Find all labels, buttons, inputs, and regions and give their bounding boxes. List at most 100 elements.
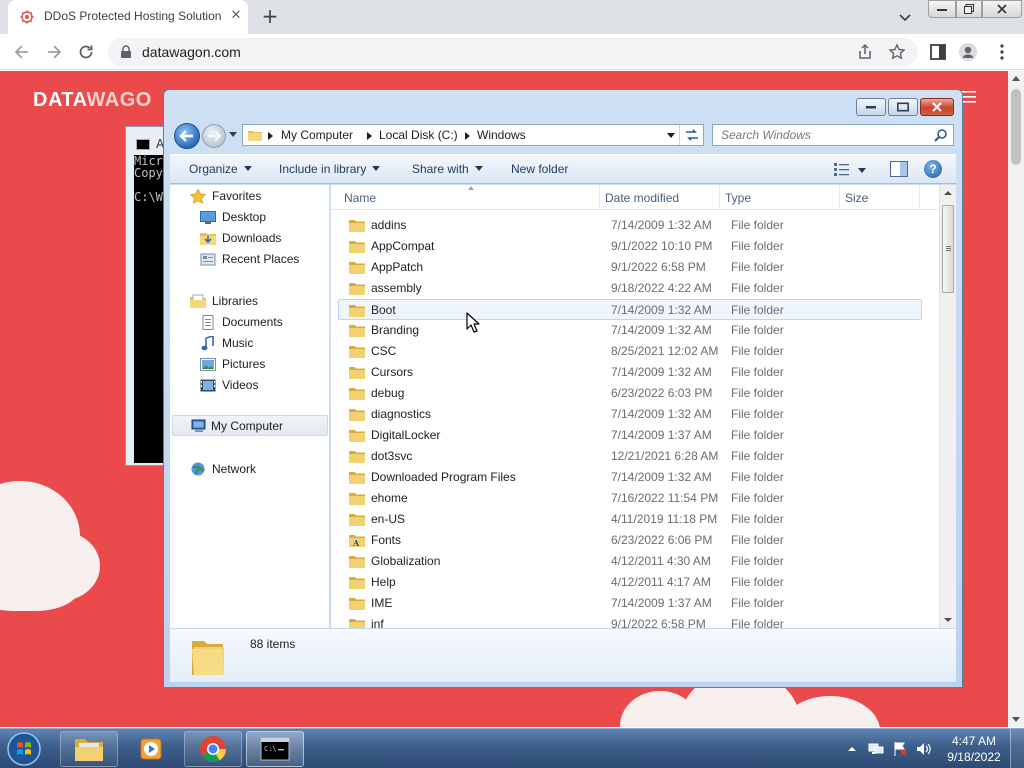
nav-item-documents[interactable]: Documents <box>170 312 328 333</box>
show-hidden-icons-icon[interactable] <box>844 741 860 757</box>
nav-item-videos[interactable]: Videos <box>170 375 328 396</box>
page-scroll-thumb[interactable] <box>1011 89 1021 165</box>
nav-item-network[interactable]: Network <box>170 459 328 480</box>
organize-menu[interactable]: Organize <box>189 162 252 176</box>
column-size[interactable]: Size <box>845 191 868 205</box>
breadcrumb-separator-icon[interactable] <box>268 132 273 140</box>
file-row[interactable]: assembly 9/18/2022 4:22 AM File folder <box>339 278 921 299</box>
nav-item-favorites[interactable]: Favorites <box>170 186 328 207</box>
column-name[interactable]: Name <box>344 191 376 205</box>
network-status-icon[interactable] <box>868 741 884 757</box>
file-row[interactable]: Boot 7/14/2009 1:32 AM File folder <box>338 299 922 320</box>
side-panel-icon[interactable] <box>928 42 948 62</box>
page-scrollbar[interactable] <box>1008 71 1024 727</box>
help-icon[interactable]: ? <box>924 160 942 178</box>
nav-item-pictures[interactable]: Pictures <box>170 354 328 375</box>
scroll-up-arrow-icon[interactable] <box>944 191 952 195</box>
explorer-minimize-button[interactable] <box>856 98 886 116</box>
breadcrumb-my-computer[interactable]: My Computer <box>281 128 353 142</box>
taskbar-cmd-button[interactable]: C:\ <box>246 731 304 767</box>
file-row[interactable]: inf 9/1/2022 6:58 PM File folder <box>339 614 921 628</box>
column-divider[interactable] <box>719 185 720 209</box>
scroll-down-arrow-icon[interactable] <box>1012 717 1020 722</box>
share-with-menu[interactable]: Share with <box>412 162 483 176</box>
chrome-menu-icon[interactable] <box>992 42 1012 62</box>
taskbar-media-player-button[interactable] <box>122 731 180 767</box>
profile-avatar-icon[interactable] <box>958 42 978 62</box>
file-row[interactable]: Globalization 4/12/2011 4:30 AM File folde… <box>339 551 921 572</box>
nav-item-recent-places[interactable]: Recent Places <box>170 249 328 270</box>
explorer-back-button[interactable] <box>174 123 200 149</box>
include-in-library-menu[interactable]: Include in library <box>279 162 381 176</box>
browser-tab[interactable]: DDoS Protected Hosting Solution ✕ <box>8 0 248 34</box>
column-divider[interactable] <box>599 185 600 209</box>
address-history-dropdown-icon[interactable] <box>667 133 675 138</box>
nav-item-downloads[interactable]: Downloads <box>170 228 328 249</box>
new-folder-button[interactable]: New folder <box>511 162 568 176</box>
browser-restore-button[interactable] <box>956 0 982 18</box>
scroll-down-arrow-icon[interactable] <box>944 618 952 622</box>
back-arrow-icon[interactable] <box>12 42 32 62</box>
file-row[interactable]: addins 7/14/2009 1:32 AM File folder <box>339 215 921 236</box>
column-date-modified[interactable]: Date modified <box>605 191 679 205</box>
bookmark-star-icon[interactable] <box>888 43 906 61</box>
file-row[interactable]: CSC 8/25/2021 12:02 AM File folder <box>339 341 921 362</box>
file-row[interactable]: Downloaded Program Files 7/14/2009 1:32 A… <box>339 467 921 488</box>
volume-icon[interactable] <box>916 741 932 757</box>
breadcrumb-local-disk[interactable]: Local Disk (C:) <box>379 128 458 142</box>
nav-item-libraries[interactable]: Libraries <box>170 291 328 312</box>
search-icon[interactable] <box>934 128 948 142</box>
file-row[interactable]: en-US 4/11/2019 11:18 PM File folder <box>339 509 921 530</box>
taskbar-explorer-button[interactable] <box>60 731 118 767</box>
column-divider[interactable] <box>839 185 840 209</box>
column-type[interactable]: Type <box>725 191 751 205</box>
file-row[interactable]: Help 4/12/2011 4:17 AM File folder <box>339 572 921 593</box>
scroll-up-arrow-icon[interactable] <box>1012 76 1020 81</box>
lock-icon[interactable] <box>120 45 132 59</box>
explorer-close-button[interactable] <box>920 98 954 116</box>
recent-pages-dropdown-icon[interactable] <box>229 132 237 137</box>
explorer-forward-button[interactable] <box>202 124 226 148</box>
start-button-icon[interactable] <box>4 731 44 767</box>
breadcrumb-windows[interactable]: Windows <box>477 128 526 142</box>
view-options-dropdown-icon[interactable] <box>858 168 866 173</box>
site-logo[interactable]: DATAWAGO <box>33 89 152 112</box>
file-row[interactable]: ehome 7/16/2022 11:54 PM File folder <box>339 488 921 509</box>
reload-icon[interactable] <box>76 42 96 62</box>
address-bar[interactable]: datawagon.com <box>108 38 918 66</box>
tab-close-icon[interactable]: ✕ <box>228 8 244 24</box>
nav-item-music[interactable]: Music <box>170 333 328 354</box>
file-row[interactable]: DigitalLocker 7/14/2009 1:37 AM File folde… <box>339 425 921 446</box>
explorer-address-bar[interactable]: My Computer Local Disk (C:) Windows <box>242 124 704 146</box>
breadcrumb-separator-icon[interactable] <box>367 132 372 140</box>
nav-item-desktop[interactable]: Desktop <box>170 207 328 228</box>
file-list-scroll-thumb[interactable] <box>942 205 954 293</box>
show-desktop-button[interactable] <box>1010 729 1024 768</box>
column-divider[interactable] <box>919 185 920 209</box>
tab-search-chevron-icon[interactable] <box>896 8 914 26</box>
action-center-icon[interactable] <box>892 741 908 757</box>
new-tab-button[interactable]: + <box>258 5 282 29</box>
file-row[interactable]: AppCompat 9/1/2022 10:10 PM File folder <box>339 236 921 257</box>
file-row[interactable]: Branding 7/14/2009 1:32 AM File folder <box>339 320 921 341</box>
file-row[interactable]: dot3svc 12/21/2021 6:28 AM File folder <box>339 446 921 467</box>
file-row[interactable]: diagnostics 7/14/2009 1:32 AM File folder <box>339 404 921 425</box>
file-row[interactable]: IME 7/14/2009 1:37 AM File folder <box>339 593 921 614</box>
breadcrumb-separator-icon[interactable] <box>465 132 470 140</box>
forward-arrow-icon[interactable] <box>44 42 64 62</box>
file-row[interactable]: debug 6/23/2022 6:03 PM File folder <box>339 383 921 404</box>
preview-pane-icon[interactable] <box>890 161 908 177</box>
taskbar-clock[interactable]: 4:47 AM 9/18/2022 <box>944 733 1004 765</box>
explorer-maximize-button[interactable] <box>888 98 918 116</box>
file-row[interactable]: A Fonts 6/23/2022 6:06 PM File folder <box>339 530 921 551</box>
file-list-scrollbar[interactable] <box>939 185 956 628</box>
share-icon[interactable] <box>856 43 874 61</box>
change-view-icon[interactable] <box>834 162 850 176</box>
browser-minimize-button[interactable] <box>928 0 956 18</box>
nav-item-my-computer[interactable]: My Computer <box>172 415 328 436</box>
browser-close-button[interactable] <box>982 0 1022 18</box>
file-row[interactable]: AppPatch 9/1/2022 6:58 PM File folder <box>339 257 921 278</box>
file-row[interactable]: Cursors 7/14/2009 1:32 AM File folder <box>339 362 921 383</box>
taskbar-chrome-button[interactable] <box>184 731 242 767</box>
refresh-button[interactable] <box>679 125 703 145</box>
